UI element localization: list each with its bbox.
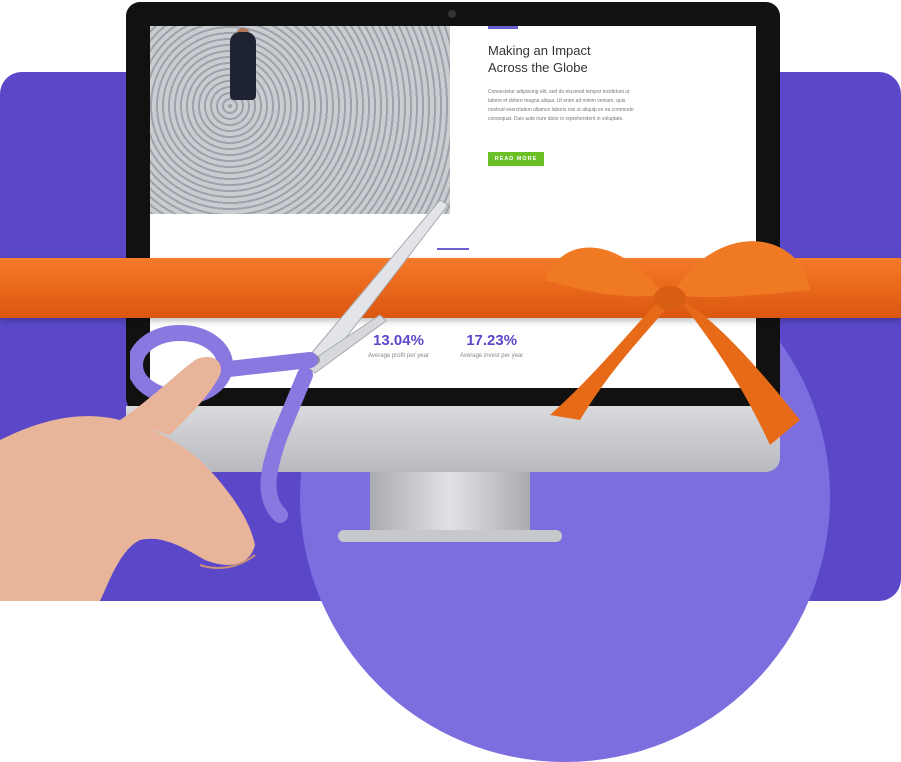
hero-title: Making an Impact Across the Globe xyxy=(488,42,688,76)
bow-icon xyxy=(545,241,810,445)
hand-icon xyxy=(0,356,256,601)
camera-icon xyxy=(448,10,456,18)
hero-title-line1: Making an Impact xyxy=(488,43,591,58)
hero-photo xyxy=(150,26,450,214)
read-more-button[interactable]: READ MORE xyxy=(488,152,544,166)
stat-invest-value: 17.23% xyxy=(466,332,518,349)
title-accent-line xyxy=(488,26,518,29)
person-figure xyxy=(230,32,256,100)
stat-invest-label: Average invest per year xyxy=(460,353,524,359)
hero-title-line2: Across the Globe xyxy=(488,60,588,75)
stat-invest: 17.23% Average invest per year xyxy=(460,332,523,359)
hero-body-text: Consectetur adipiscing elit, sed do eius… xyxy=(488,89,634,122)
